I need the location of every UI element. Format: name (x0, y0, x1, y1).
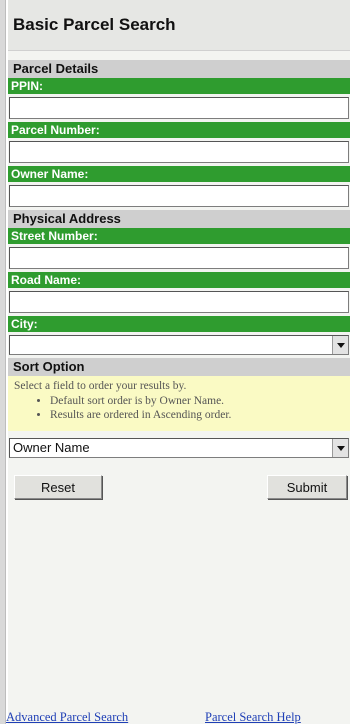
section-header-physical-address: Physical Address (8, 210, 350, 228)
sort-help-bullet: Default sort order is by Owner Name. (50, 395, 344, 407)
city-select[interactable] (9, 335, 349, 355)
road-name-label: Road Name: (8, 272, 350, 288)
chevron-down-icon[interactable] (332, 336, 348, 354)
parcel-number-label: Parcel Number: (8, 122, 350, 138)
owner-name-label: Owner Name: (8, 166, 350, 182)
sort-select-value: Owner Name (13, 440, 90, 455)
title-bar: Basic Parcel Search (8, 0, 350, 51)
ppin-input[interactable] (9, 97, 349, 119)
search-panel: Basic Parcel Search Parcel Details PPIN:… (8, 0, 350, 724)
section-header-parcel-details: Parcel Details (8, 60, 350, 78)
page-left-border (0, 0, 6, 724)
reset-button[interactable]: Reset (14, 475, 102, 499)
street-number-input[interactable] (9, 247, 349, 269)
city-label: City: (8, 316, 350, 332)
button-row: Reset Submit (8, 472, 350, 512)
sort-help-list: Default sort order is by Owner Name. Res… (14, 395, 344, 421)
submit-button[interactable]: Submit (267, 475, 347, 499)
parcel-search-help-link[interactable]: Parcel Search Help (205, 710, 301, 725)
ppin-label: PPIN: (8, 78, 350, 94)
parcel-number-input[interactable] (9, 141, 349, 163)
owner-name-input[interactable] (9, 185, 349, 207)
street-number-label: Street Number: (8, 228, 350, 244)
section-header-sort-option: Sort Option (8, 358, 350, 376)
chevron-down-icon[interactable] (332, 439, 348, 457)
sort-help-bullet: Results are ordered in Ascending order. (50, 409, 344, 421)
advanced-parcel-search-link[interactable]: Advanced Parcel Search (6, 710, 128, 725)
sort-help-box: Select a field to order your results by.… (8, 376, 350, 431)
road-name-input[interactable] (9, 291, 349, 313)
sort-select[interactable]: Owner Name (9, 438, 349, 458)
sort-help-text: Select a field to order your results by. (14, 380, 187, 392)
page-title: Basic Parcel Search (13, 15, 176, 34)
